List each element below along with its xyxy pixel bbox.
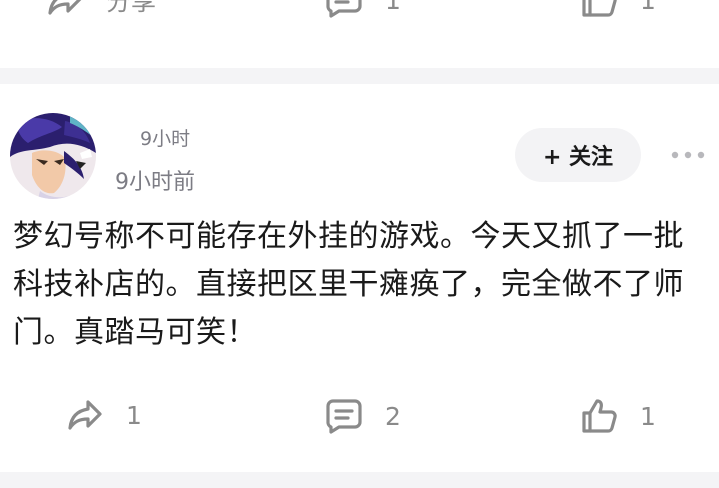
more-options-button[interactable] (668, 140, 708, 170)
prev-comment-count: 1 (385, 0, 401, 15)
prev-share-label: 分享 (106, 0, 157, 16)
thumbs-up-icon (582, 399, 617, 433)
thumbs-up-icon (582, 0, 617, 17)
more-dots-icon (671, 151, 705, 159)
like-button[interactable]: 1 (580, 398, 656, 434)
comment-count: 2 (385, 401, 401, 431)
prev-share-button[interactable]: 分享 (46, 0, 156, 18)
post-divider-bottom (0, 472, 719, 488)
comment-icon (326, 0, 362, 18)
prev-comment-button[interactable]: 1 (325, 0, 401, 18)
post-divider-top (0, 68, 719, 84)
share-button[interactable]: 1 (66, 398, 142, 432)
comment-icon (326, 399, 362, 434)
share-arrow-icon (48, 0, 82, 15)
post-text: 梦幻号称不可能存在外挂的游戏。今天又抓了一批科技补店的。直接把区里干瘫痪了，完全… (13, 219, 684, 350)
post-action-bar: 1 2 1 (0, 386, 719, 446)
follow-button[interactable]: + 关注 (515, 128, 641, 182)
post-time: 9小时前 (115, 170, 195, 195)
prev-post-action-bar: 分享 1 1 (0, 0, 719, 30)
author-name[interactable]: 9小时 (140, 124, 190, 151)
prev-like-button[interactable]: 1 (580, 0, 656, 18)
share-count: 1 (126, 400, 142, 430)
comment-button[interactable]: 2 (325, 398, 401, 434)
share-arrow-icon (68, 400, 102, 430)
avatar[interactable] (10, 113, 96, 199)
like-count: 1 (640, 401, 656, 431)
prev-like-count: 1 (640, 0, 656, 15)
